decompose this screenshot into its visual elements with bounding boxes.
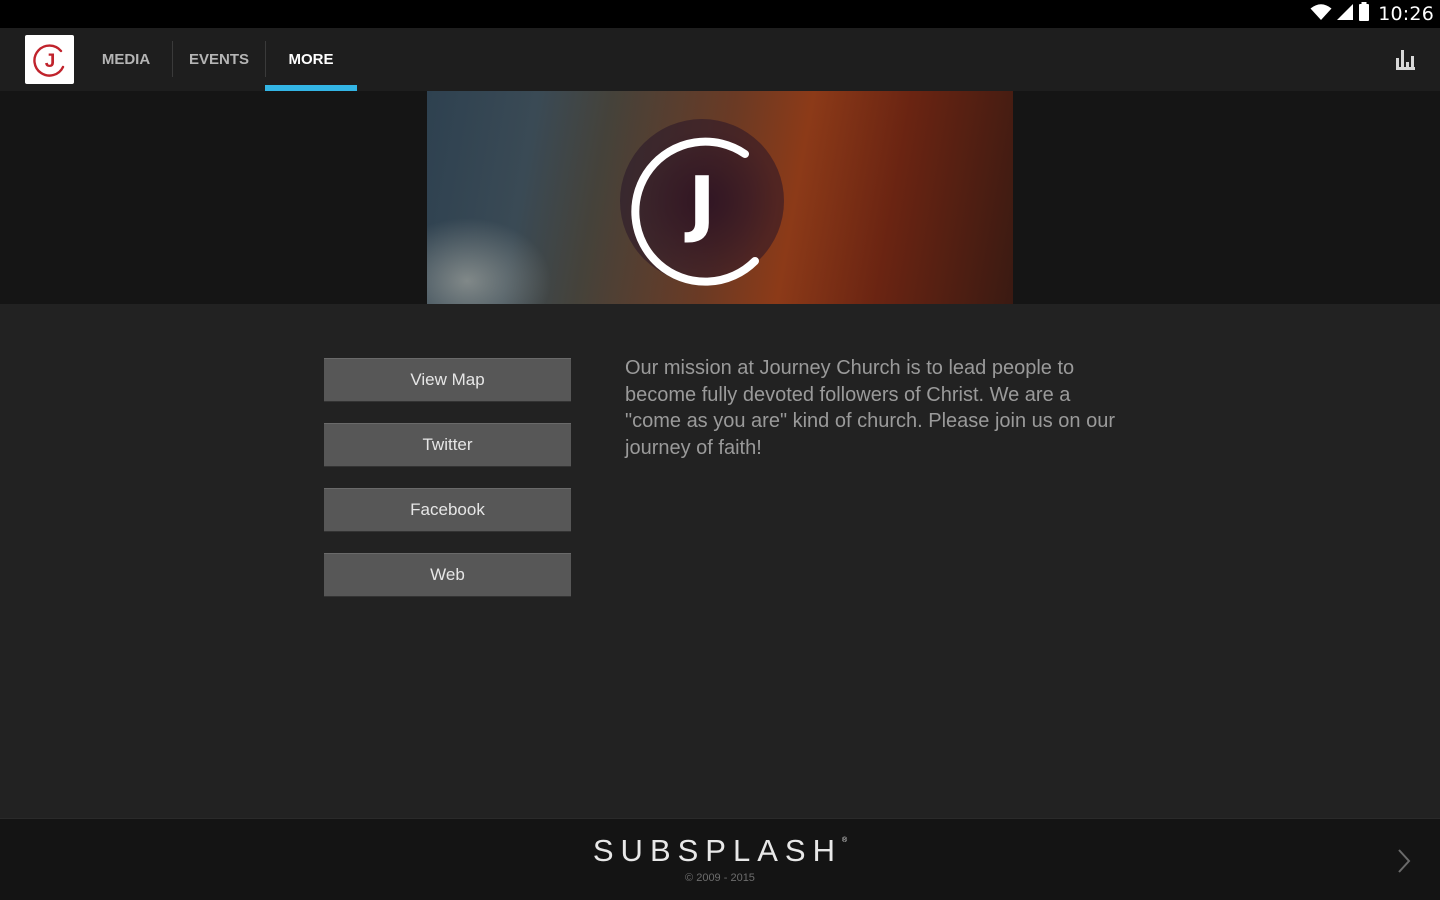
facebook-label: Facebook [410,500,485,519]
chevron-right-icon [1398,849,1411,873]
app-logo[interactable]: J [25,35,74,84]
mission-text: Our mission at Journey Church is to lead… [625,357,1116,459]
footer: SUBSPLASH® © 2009 - 2015 [0,818,1440,900]
trademark-mark: ® [841,837,848,844]
copyright-text: © 2009 - 2015 [685,872,755,884]
journey-logo-icon: J [32,43,64,77]
tab-events[interactable]: EVENTS [176,28,262,91]
banner-strip: J [0,91,1440,304]
subsplash-brand[interactable]: SUBSPLASH® [0,833,1440,869]
tab-media-label: MEDIA [101,51,151,68]
tab-more[interactable]: MORE [265,28,357,91]
tab-events-label: EVENTS [188,51,249,68]
facebook-button[interactable]: Facebook [324,488,571,532]
wifi-icon [1310,3,1332,26]
bar-chart-icon [1396,50,1415,70]
analytics-button[interactable] [1396,48,1416,70]
tab-media[interactable]: MEDIA [86,28,166,91]
journey-banner-logo: J [620,119,784,286]
status-bar: 10:26 [0,0,1440,28]
tab-divider [172,41,173,77]
next-button[interactable] [1396,847,1412,875]
cell-signal-icon [1336,3,1354,26]
svg-text:J: J [684,161,716,245]
battery-icon [1358,1,1370,27]
web-button[interactable]: Web [324,553,571,597]
svg-text:J: J [44,51,55,72]
about-content: View Map Twitter Facebook Web Our missio… [0,304,1440,818]
view-map-label: View Map [410,370,485,389]
banner-image: J [427,91,1013,304]
view-map-button[interactable]: View Map [324,358,571,402]
subsplash-brand-text: SUBSPLASH [592,833,842,868]
action-bar: J MEDIA EVENTS MORE [0,28,1440,91]
tab-more-label: MORE [288,51,334,68]
web-label: Web [430,565,465,584]
twitter-button[interactable]: Twitter [324,423,571,467]
status-time: 10:26 [1378,3,1434,25]
twitter-label: Twitter [422,435,473,454]
